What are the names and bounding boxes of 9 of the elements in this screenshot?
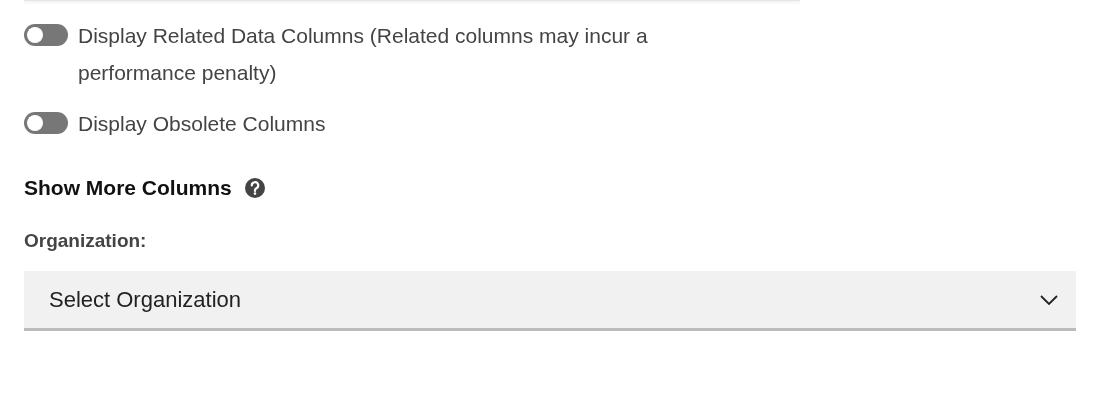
- toggle-switch[interactable]: [24, 24, 68, 46]
- chevron-down-icon: [1040, 294, 1058, 305]
- toggle-label: Display Obsolete Columns: [78, 111, 326, 137]
- organization-select[interactable]: Select Organization: [24, 271, 1076, 331]
- toggle-label: Display Related Data Columns (Related columns may incur a performance penalty): [78, 23, 649, 86]
- section-title: Show More Columns: [24, 176, 232, 200]
- toggle-switch[interactable]: [24, 112, 68, 134]
- field-label: Organization:: [24, 230, 148, 252]
- help-icon[interactable]: [243, 177, 266, 199]
